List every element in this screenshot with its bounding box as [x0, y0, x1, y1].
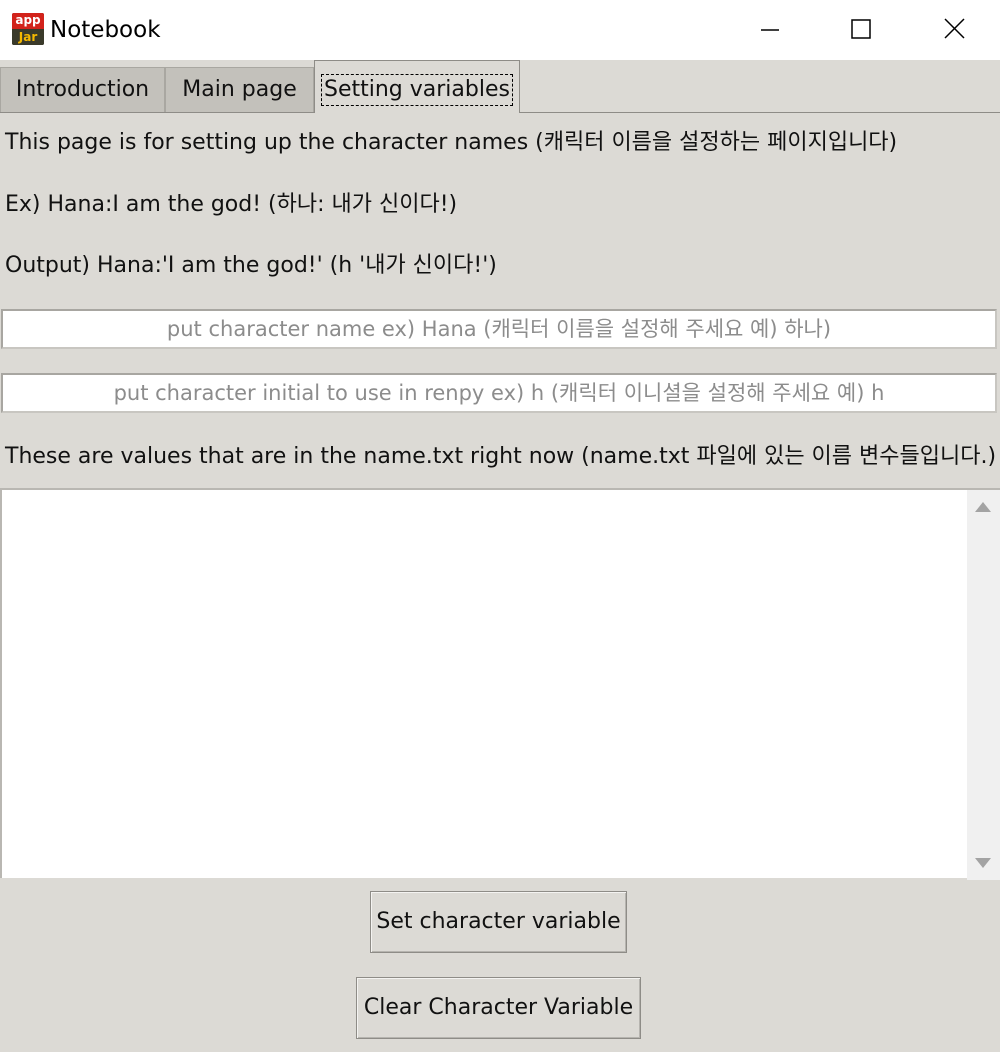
current-values-area: [0, 488, 1000, 880]
tab-label: Setting variables: [321, 74, 513, 106]
notebook-window: app Jar Notebook Introduction Main page: [0, 0, 1000, 1052]
output-example-text: Output) Hana:'I am the god!' (h '내가 신이다!…: [5, 253, 497, 278]
vertical-scrollbar[interactable]: [967, 490, 1000, 880]
close-button[interactable]: [908, 0, 1000, 60]
clear-character-variable-button[interactable]: Clear Character Variable: [356, 977, 641, 1039]
example-text: Ex) Hana:I am the god! (하나: 내가 신이다!): [5, 192, 458, 217]
minimize-button[interactable]: [723, 0, 817, 60]
tab-label: Introduction: [15, 77, 150, 102]
tab-label: Main page: [182, 77, 297, 102]
tab-strip: Introduction Main page Setting variables: [0, 60, 1000, 113]
current-values-textarea[interactable]: [2, 490, 965, 878]
character-name-field: [1, 309, 997, 349]
tab-introduction[interactable]: Introduction: [0, 67, 165, 112]
character-initial-field: [1, 373, 997, 413]
set-character-variable-button[interactable]: Set character variable: [370, 891, 627, 953]
appjar-icon: app Jar: [12, 13, 44, 45]
tab-setting-variables[interactable]: Setting variables: [314, 60, 520, 113]
character-name-input[interactable]: [3, 311, 995, 347]
maximize-icon: [851, 19, 871, 39]
current-values-label: These are values that are in the name.tx…: [5, 444, 997, 469]
maximize-button[interactable]: [816, 0, 910, 60]
title-bar[interactable]: app Jar Notebook: [0, 0, 1000, 60]
scroll-up-arrow-icon[interactable]: [974, 500, 992, 514]
window-title: Notebook: [50, 17, 161, 43]
description-text: This page is for setting up the characte…: [5, 130, 898, 155]
minimize-icon: [761, 29, 779, 31]
scroll-down-arrow-icon[interactable]: [974, 856, 992, 870]
character-initial-input[interactable]: [3, 375, 995, 411]
close-icon: [944, 18, 965, 39]
tab-main-page[interactable]: Main page: [165, 67, 314, 112]
